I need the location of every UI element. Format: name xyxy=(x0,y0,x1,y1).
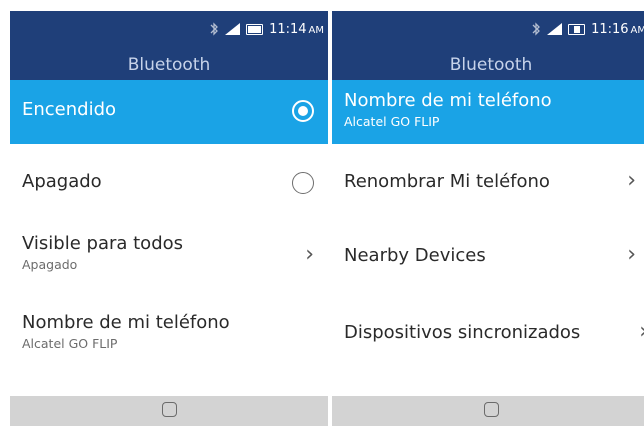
option-encendido[interactable]: Encendido xyxy=(10,80,328,144)
clock: 11:16 AM xyxy=(591,22,644,37)
option-label: Dispositivos sincronizados xyxy=(344,322,581,343)
option-sublabel: Apagado xyxy=(22,257,78,272)
option-label: Visible para todos xyxy=(22,233,184,254)
softkey-bar xyxy=(332,396,644,426)
chevron-right-icon: › xyxy=(639,319,644,344)
status-bar: 11:14 AM xyxy=(209,19,324,39)
option-nombre-telefono[interactable]: Nombre de mi teléfono Alcatel GO FLIP xyxy=(10,306,328,376)
option-nearby-devices[interactable]: Nearby Devices › xyxy=(332,220,644,300)
battery-charging-icon xyxy=(568,23,586,35)
clock: 11:14 AM xyxy=(269,22,324,37)
settings-list: Encendido Apagado Visible para todos Apa… xyxy=(10,80,328,376)
option-label: Nombre de mi teléfono xyxy=(344,90,552,111)
clock-ampm: AM xyxy=(308,24,324,36)
bluetooth-icon xyxy=(532,22,540,36)
option-label: Apagado xyxy=(22,171,102,192)
header: 11:14 AM Bluetooth xyxy=(10,11,328,80)
softkey-bar xyxy=(10,396,328,426)
signal-icon xyxy=(547,23,563,35)
clock-time: 11:14 xyxy=(269,21,307,37)
radio-selected-icon[interactable] xyxy=(292,100,314,122)
option-label: Encendido xyxy=(22,99,117,120)
chevron-right-icon: › xyxy=(627,242,636,267)
option-sublabel: Alcatel GO FLIP xyxy=(344,114,440,129)
home-button-icon[interactable] xyxy=(162,402,177,417)
signal-icon xyxy=(225,23,241,35)
phone-screen-right: 11:16 AM Bluetooth Nombre de mi teléfono… xyxy=(332,11,644,426)
clock-ampm: AM xyxy=(630,24,644,36)
chevron-right-icon: › xyxy=(627,168,636,193)
chevron-right-icon: › xyxy=(305,242,314,267)
option-sublabel: Alcatel GO FLIP xyxy=(22,336,118,351)
settings-list: Nombre de mi teléfono Alcatel GO FLIP Re… xyxy=(332,80,644,380)
option-nombre-telefono[interactable]: Nombre de mi teléfono Alcatel GO FLIP xyxy=(332,80,644,144)
option-renombrar[interactable]: Renombrar Mi teléfono › xyxy=(332,144,644,220)
screen-title: Bluetooth xyxy=(127,55,211,75)
screen-title: Bluetooth xyxy=(449,55,533,75)
option-label: Renombrar Mi teléfono xyxy=(344,171,550,192)
status-bar: 11:16 AM xyxy=(531,19,644,39)
phone-screen-left: 11:14 AM Bluetooth Encendido Apagado Vis… xyxy=(10,11,328,426)
bluetooth-icon xyxy=(210,22,218,36)
battery-icon xyxy=(246,23,264,35)
clock-time: 11:16 xyxy=(591,21,629,37)
home-button-icon[interactable] xyxy=(484,402,499,417)
option-dispositivos-sincronizados[interactable]: Dispositivos sincronizados › xyxy=(332,300,644,380)
option-apagado[interactable]: Apagado xyxy=(10,144,328,226)
header: 11:16 AM Bluetooth xyxy=(332,11,644,80)
option-label: Nombre de mi teléfono xyxy=(22,312,230,333)
radio-unselected-icon[interactable] xyxy=(292,172,314,194)
option-label: Nearby Devices xyxy=(344,245,486,266)
option-visible-para-todos[interactable]: Visible para todos Apagado › xyxy=(10,226,328,306)
